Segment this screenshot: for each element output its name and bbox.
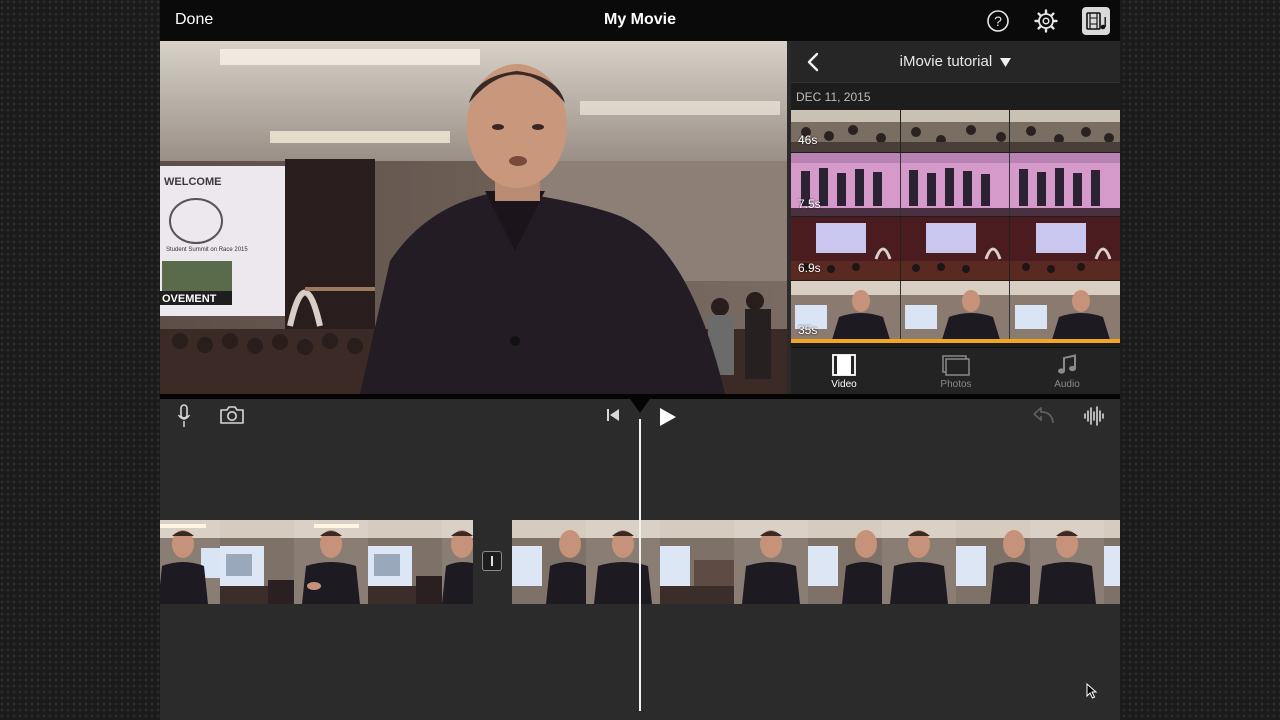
clip-frame — [160, 520, 220, 604]
timeline-clip[interactable] — [512, 520, 1120, 604]
media-clip[interactable]: 35s — [791, 281, 1120, 343]
timeline[interactable] — [160, 399, 1120, 720]
clip-duration: 46s — [798, 133, 818, 147]
project-title: My Movie — [603, 11, 676, 28]
screen-welcome-text: WELCOME — [164, 176, 221, 188]
transition-marker[interactable] — [482, 551, 502, 571]
clip-frame — [586, 520, 660, 604]
album-title: iMovie tutorial — [899, 53, 993, 70]
svg-text:?: ? — [994, 13, 1002, 29]
media-type-tabs: Video Photos Audio — [791, 347, 1120, 395]
clip-duration: 7.5s — [798, 197, 821, 211]
viewer-frame: WELCOME Student Summit on Race 2015 OVEM… — [160, 41, 787, 394]
clip-frame — [1030, 520, 1104, 604]
timeline-clip[interactable] — [160, 520, 473, 604]
film-strip-icon — [832, 354, 856, 376]
media-clip[interactable]: 6.9s — [791, 217, 1120, 280]
top-bar: Done My Movie ? — [160, 0, 1120, 41]
triangle-down-icon — [1000, 54, 1012, 71]
clip-frame — [220, 520, 294, 604]
clip-frame — [882, 520, 956, 604]
music-note-icon — [1058, 354, 1076, 374]
camera-icon[interactable] — [219, 405, 245, 430]
microphone-icon[interactable] — [177, 404, 191, 433]
tab-audio[interactable]: Audio — [1032, 354, 1102, 390]
video-viewer[interactable]: WELCOME Student Summit on Race 2015 OVEM… — [160, 41, 787, 394]
clip-frame — [442, 520, 473, 604]
clip-thumbnail-auditorium — [791, 217, 1120, 280]
playhead-marker — [630, 399, 650, 413]
tab-label: Photos — [940, 379, 972, 390]
tab-photos[interactable]: Photos — [921, 354, 991, 390]
clip-frame — [808, 520, 882, 604]
play-icon[interactable] — [658, 407, 678, 432]
album-header: iMovie tutorial — [791, 41, 1120, 83]
screen-movement-text: OVEMENT — [162, 293, 217, 305]
clip-frame — [1104, 520, 1120, 604]
settings-gear-icon[interactable] — [1033, 8, 1059, 34]
clip-frame — [368, 520, 442, 604]
album-selector[interactable]: iMovie tutorial — [791, 53, 1120, 71]
undo-icon[interactable] — [1032, 405, 1056, 432]
playhead[interactable] — [639, 419, 641, 711]
clip-frame — [660, 520, 734, 604]
skip-to-start-icon[interactable] — [606, 408, 620, 427]
clip-thumbnail-crowd — [791, 110, 1120, 152]
date-header: DEC 11, 2015 — [796, 90, 871, 104]
clip-frame — [512, 520, 586, 604]
transition-icon — [491, 556, 493, 566]
media-browser-icon[interactable] — [1082, 7, 1110, 35]
tab-label: Video — [831, 379, 857, 390]
photos-icon — [942, 355, 970, 376]
tab-video[interactable]: Video — [809, 354, 879, 390]
clip-frame — [734, 520, 808, 604]
audio-waveform-icon[interactable] — [1083, 405, 1105, 432]
imovie-screen: Done My Movie ? WELCOME Student Summit o… — [160, 0, 1120, 720]
screen-summit-text: Student Summit on Race 2015 — [166, 247, 248, 253]
clip-thumbnail-man-talking — [791, 281, 1120, 343]
mouse-pointer-icon — [1086, 682, 1098, 704]
media-clip[interactable]: 7.5s — [791, 153, 1120, 216]
tab-label: Audio — [1054, 379, 1080, 390]
media-clip[interactable]: 46s — [791, 110, 1120, 152]
clip-duration: 35s — [798, 323, 818, 337]
clip-duration: 6.9s — [798, 261, 821, 275]
clip-thumbnail-stage — [791, 153, 1120, 216]
media-browser: iMovie tutorial DEC 11, 2015 46s 7.5s 6.… — [791, 41, 1120, 395]
help-icon[interactable]: ? — [985, 8, 1011, 34]
clip-frame — [294, 520, 368, 604]
clip-frame — [956, 520, 1030, 604]
